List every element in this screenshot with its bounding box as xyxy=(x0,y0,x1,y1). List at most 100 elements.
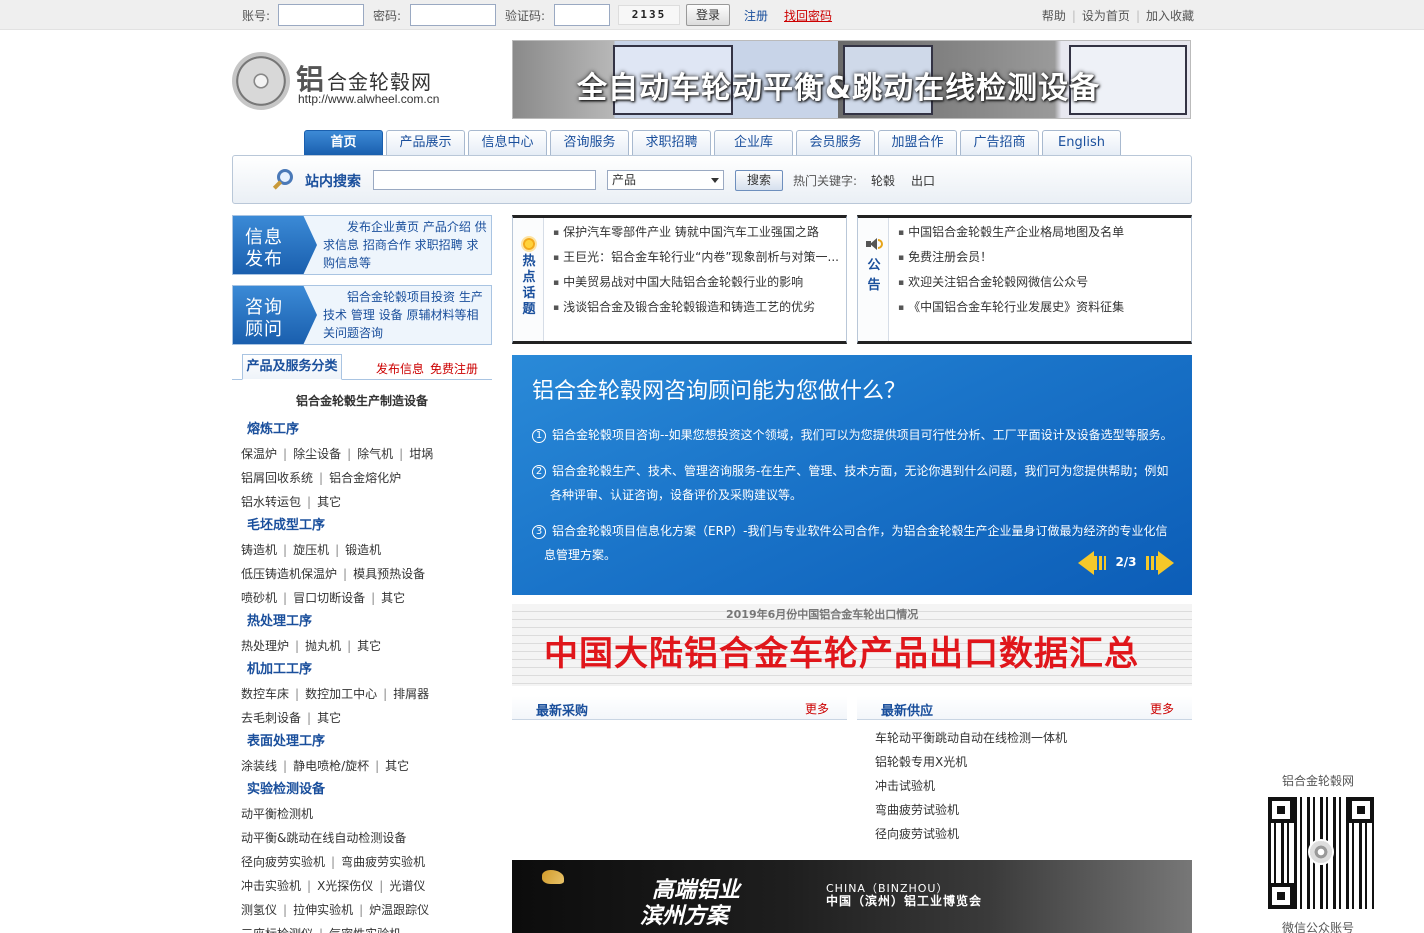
category-link[interactable]: 光谱仪 xyxy=(389,879,425,893)
nav-tab-jobs[interactable]: 求职招聘 xyxy=(632,130,711,155)
latest-purchase-more-link[interactable]: 更多 xyxy=(805,700,829,717)
forgot-password-link[interactable]: 找回密码 xyxy=(784,7,832,24)
category-link[interactable]: X光探伤仪 xyxy=(317,879,373,893)
category-link[interactable]: 锻造机 xyxy=(345,543,381,557)
nav-tab-advertising[interactable]: 广告招商 xyxy=(960,130,1039,155)
category-link[interactable]: 铝屑回收系统 xyxy=(241,471,313,485)
login-button[interactable]: 登录 xyxy=(686,4,730,26)
search-input[interactable] xyxy=(373,170,596,190)
category-link[interactable]: 铸造机 xyxy=(241,543,277,557)
category-link[interactable]: 去毛刺设备 xyxy=(241,711,301,725)
list-item[interactable]: 冲击试验机 xyxy=(875,774,1175,798)
list-item[interactable]: 中美贸易战对中国大陆铝合金轮毂行业的影响 xyxy=(553,270,841,295)
category-link[interactable]: 动平衡检测机 xyxy=(241,807,313,821)
list-item[interactable]: 免费注册会员！ xyxy=(898,245,1186,270)
category-link[interactable]: 其它 xyxy=(317,711,341,725)
category-group-title[interactable]: 熔炼工序 xyxy=(241,418,493,442)
list-item[interactable]: 《中国铝合金车轮行业发展史》资料征集 xyxy=(898,295,1186,320)
add-favorite-link[interactable]: 加入收藏 xyxy=(1146,9,1194,23)
category-link[interactable]: 保温炉 xyxy=(241,447,277,461)
category-link[interactable]: 旋压机 xyxy=(293,543,329,557)
list-item[interactable]: 弯曲疲劳试验机 xyxy=(875,798,1175,822)
category-group-title[interactable]: 表面处理工序 xyxy=(241,730,493,754)
category-link[interactable]: 其它 xyxy=(381,591,405,605)
list-item[interactable]: 王巨光：铝合金车轮行业“内卷”现象剖析与对策一... xyxy=(553,245,841,270)
list-item[interactable]: 浅谈铝合金及锻合金轮毂锻造和铸造工艺的优劣 xyxy=(553,295,841,320)
consult-advisor-block[interactable]: 咨询 顾问 铝合金轮毂项目投资 生产 技术 管理 设备 原辅材料等相关问题咨询 xyxy=(232,285,492,345)
next-arrow-icon[interactable] xyxy=(1142,550,1174,576)
hot-keyword-link[interactable]: 出口 xyxy=(911,172,935,189)
list-item[interactable]: 保护汽车零部件产业 铸就中国汽车工业强国之路 xyxy=(553,220,841,245)
search-button[interactable]: 搜索 xyxy=(735,170,783,191)
category-link[interactable]: 径向疲劳实验机 xyxy=(241,855,325,869)
category-link[interactable]: 炉温跟踪仪 xyxy=(369,903,429,917)
hot-keyword-link[interactable]: 轮毂 xyxy=(871,172,895,189)
category-link[interactable]: 气密性实验机 xyxy=(329,927,401,933)
category-group-title[interactable]: 毛坯成型工序 xyxy=(241,514,493,538)
nav-tab-products[interactable]: 产品展示 xyxy=(386,130,465,155)
latest-supply-more-link[interactable]: 更多 xyxy=(1150,700,1174,717)
nav-tab-partnership[interactable]: 加盟合作 xyxy=(878,130,957,155)
search-title: 站内搜索 xyxy=(305,174,361,190)
captcha-input[interactable] xyxy=(554,4,610,26)
category-link[interactable]: 测氢仪 xyxy=(241,903,277,917)
category-group-title[interactable]: 热处理工序 xyxy=(241,610,493,634)
category-link[interactable]: 动平衡&跳动在线自动检测设备 xyxy=(241,831,406,845)
category-link[interactable]: 模具预热设备 xyxy=(353,567,425,581)
prev-arrow-icon[interactable] xyxy=(1078,550,1110,576)
category-group-title[interactable]: 实验检测设备 xyxy=(241,778,493,802)
top-right-links: 帮助 | 设为首页 | 加入收藏 xyxy=(1041,9,1194,23)
nav-tab-info-center[interactable]: 信息中心 xyxy=(468,130,547,155)
category-group-title[interactable]: 机加工工序 xyxy=(241,658,493,682)
list-item[interactable]: 车轮动平衡跳动自动在线检测一体机 xyxy=(875,726,1175,750)
expo-banner[interactable]: 高端铝业 滨州方案 CHINA（BINZHOU） 中国（滨州）铝工业博览会 xyxy=(512,860,1192,933)
nav-tab-companies[interactable]: 企业库 xyxy=(714,130,793,155)
category-link[interactable]: 三座标检测仪 xyxy=(241,927,313,933)
category-link[interactable]: 低压铸造机保温炉 xyxy=(241,567,337,581)
category-link[interactable]: 铝合金熔化炉 xyxy=(329,471,401,485)
category-link[interactable]: 静电喷枪/旋杯 xyxy=(293,759,369,773)
nav-tab-consulting[interactable]: 咨询服务 xyxy=(550,130,629,155)
list-item[interactable]: 径向疲劳试验机 xyxy=(875,822,1175,846)
category-link[interactable]: 数控加工中心 xyxy=(305,687,377,701)
category-link[interactable]: 数控车床 xyxy=(241,687,289,701)
category-link[interactable]: 排屑器 xyxy=(393,687,429,701)
category-link[interactable]: 冲击实验机 xyxy=(241,879,301,893)
category-link[interactable]: 其它 xyxy=(385,759,409,773)
export-data-banner[interactable]: 2019年6月份中国铝合金车轮出口情况 中国大陆铝合金车轮产品出口数据汇总 xyxy=(512,604,1192,686)
search-category-select[interactable]: 产品 xyxy=(607,170,724,190)
tab-product-category[interactable]: 产品及服务分类 xyxy=(242,354,342,380)
set-homepage-link[interactable]: 设为首页 xyxy=(1082,9,1130,23)
nav-tab-members[interactable]: 会员服务 xyxy=(796,130,875,155)
hot-keywords-label: 热门关键字: xyxy=(793,174,858,188)
nav-tab-home[interactable]: 首页 xyxy=(304,130,383,155)
category-link[interactable]: 除尘设备 xyxy=(293,447,341,461)
list-item[interactable]: 铝轮毂专用X光机 xyxy=(875,750,1175,774)
category-link[interactable]: 冒口切断设备 xyxy=(293,591,365,605)
category-link[interactable]: 铝水转运包 xyxy=(241,495,301,509)
category-link[interactable]: 抛丸机 xyxy=(305,639,341,653)
nav-tab-english[interactable]: English xyxy=(1042,130,1121,155)
account-input[interactable] xyxy=(278,4,364,26)
category-link[interactable]: 喷砂机 xyxy=(241,591,277,605)
top-banner[interactable]: 全自动车轮动平衡&跳动在线检测设备 xyxy=(512,40,1191,119)
free-register-link[interactable]: 免费注册 xyxy=(430,360,478,377)
category-link[interactable]: 其它 xyxy=(357,639,381,653)
category-link[interactable]: 涂装线 xyxy=(241,759,277,773)
help-link[interactable]: 帮助 xyxy=(1042,9,1066,23)
category-link[interactable]: 其它 xyxy=(317,495,341,509)
info-publish-block[interactable]: 信息 发布 发布企业黄页 产品介绍 供求信息 招商合作 求职招聘 求购信息等 xyxy=(232,215,492,275)
category-link[interactable]: 坩埚 xyxy=(409,447,433,461)
list-item[interactable]: 欢迎关注铝合金轮毂网微信公众号 xyxy=(898,270,1186,295)
site-logo[interactable]: 铝合金轮毂网 http://www.alwheel.com.cn xyxy=(232,48,502,114)
captcha-image[interactable]: 2135 xyxy=(618,5,680,25)
category-link[interactable]: 除气机 xyxy=(357,447,393,461)
password-input[interactable] xyxy=(410,4,496,26)
category-row: 热处理炉 | 抛丸机 | 其它 xyxy=(241,634,493,658)
register-link[interactable]: 注册 xyxy=(744,7,768,24)
category-link[interactable]: 弯曲疲劳实验机 xyxy=(341,855,425,869)
category-link[interactable]: 拉伸实验机 xyxy=(293,903,353,917)
category-link[interactable]: 热处理炉 xyxy=(241,639,289,653)
list-item[interactable]: 中国铝合金轮毂生产企业格局地图及名单 xyxy=(898,220,1186,245)
publish-info-link[interactable]: 发布信息 xyxy=(376,360,424,377)
